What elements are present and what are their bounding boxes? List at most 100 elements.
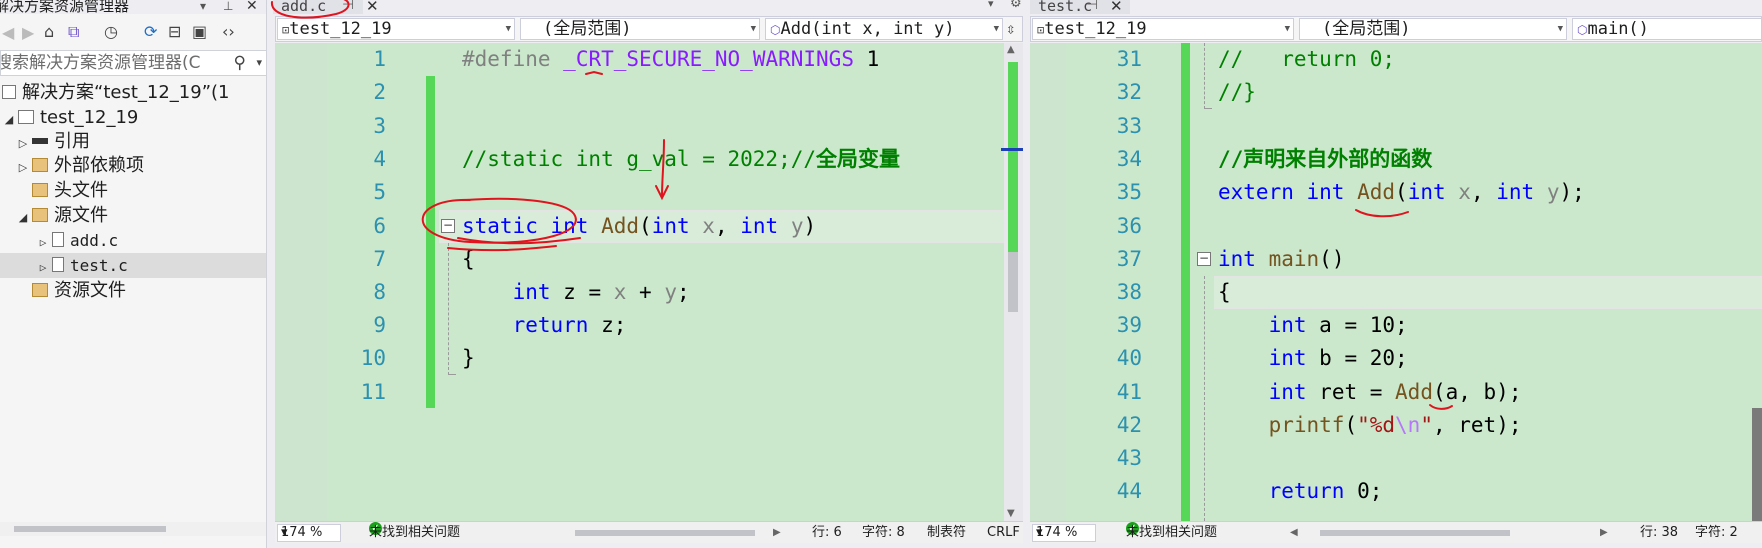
scroll-right-icon[interactable]: ▶: [1600, 522, 1608, 543]
folder-icon: [32, 158, 48, 172]
method-icon: ⬡: [770, 23, 781, 37]
refresh-icon[interactable]: ⟳: [144, 22, 157, 41]
indent-guide: [1204, 43, 1205, 109]
pin-icon[interactable]: ⊣: [342, 0, 354, 13]
panel-title-text: 解决方案资源管理器: [0, 0, 130, 15]
tree-project[interactable]: ◢ test_12_19: [0, 105, 266, 130]
pin-icon[interactable]: ⊣: [1086, 0, 1098, 13]
code-line-6: static int Add(int x, int y): [462, 214, 817, 238]
project-dropdown[interactable]: ⊡test_12_19 ▼: [277, 18, 515, 40]
tree-external-dependencies[interactable]: ▷ 外部依赖项: [0, 153, 266, 180]
switch-views-icon[interactable]: ⧉: [68, 22, 79, 42]
scrollbar-position-marker: [1001, 148, 1023, 151]
project-dropdown[interactable]: ⊡test_12_19 ▼: [1032, 18, 1294, 40]
explorer-search-input[interactable]: 搜索解决方案资源管理器(C ⚲ ▾: [0, 50, 266, 76]
pending-changes-icon[interactable]: ◷: [104, 22, 118, 41]
left-glyph-margin: [275, 43, 327, 521]
collapsed-arrow-icon[interactable]: ▷: [16, 155, 30, 180]
right-editor-status-bar: 174 % ▾ ✓ 未找到相关问题 ◀ ▶ 行: 38 字符: 2: [1030, 521, 1762, 543]
member-dropdown[interactable]: ⬡main(): [1572, 18, 1761, 40]
line-number: 11: [360, 380, 386, 404]
collapse-all-icon[interactable]: ⊟: [168, 22, 181, 41]
chevron-down-icon: ▼: [505, 24, 511, 34]
line-number: 32: [1116, 80, 1142, 104]
chevron-down-icon[interactable]: ▾: [200, 0, 206, 12]
scroll-left-icon[interactable]: ◀: [1290, 522, 1298, 543]
current-line-highlight: [1214, 276, 1762, 309]
code-line-10: }: [462, 346, 475, 370]
pin-icon[interactable]: ⊥: [223, 0, 233, 12]
scrollbar-thumb[interactable]: [14, 526, 166, 532]
member-dropdown[interactable]: ⬡Add(int x, int y) ▼: [765, 18, 1003, 40]
code-line-9: return z;: [512, 313, 627, 337]
tree-file-test-c[interactable]: ▷ test.c: [0, 253, 266, 280]
code-line-8: int z = x + y;: [512, 280, 690, 304]
line-number: 9: [373, 313, 386, 337]
tree-solution[interactable]: 解决方案“test_12_19”(1: [0, 80, 266, 105]
home-icon[interactable]: ⌂: [44, 22, 54, 41]
code-line-41: int ret = Add(a, b);: [1268, 380, 1522, 404]
tree-source-files[interactable]: ◢ 源文件: [0, 203, 266, 230]
collapse-block-icon[interactable]: −: [441, 219, 455, 233]
line-number: 34: [1116, 147, 1142, 171]
explorer-toolbar: ◀ ▶ ⌂ ⧉ ◷ ⟳ ⊟ ▣ ‹›: [0, 19, 266, 47]
left-navigation-bar: ⊡test_12_19 ▼ (全局范围) ▼ ⬡Add(int x, int y) ▼…: [275, 16, 1023, 42]
line-number: 8: [373, 280, 386, 304]
zoom-dropdown[interactable]: 174 % ▾: [1032, 524, 1096, 542]
zoom-dropdown[interactable]: 174 % ▾: [277, 524, 341, 542]
scope-dropdown[interactable]: (全局范围) ▼: [1299, 18, 1567, 40]
right-navigation-bar: ⊡test_12_19 ▼ (全局范围) ▼ ⬡main(): [1030, 16, 1762, 42]
collapsed-arrow-icon[interactable]: ▷: [36, 255, 50, 280]
line-number: 35: [1116, 180, 1142, 204]
code-line-42: printf("%d\n", ret);: [1268, 413, 1522, 437]
column-indicator: 字符: 8: [862, 525, 905, 540]
collapse-block-icon[interactable]: −: [1197, 252, 1211, 266]
gear-icon[interactable]: ⚙: [1010, 0, 1022, 11]
chevron-down-icon[interactable]: ▾: [256, 51, 262, 75]
code-line-35: extern int Add(int x, int y);: [1218, 180, 1585, 204]
line-number: 6: [373, 214, 386, 238]
scope-dropdown[interactable]: (全局范围) ▼: [520, 18, 760, 40]
indent-mode[interactable]: 制表符: [927, 522, 966, 543]
tree-references[interactable]: ▷ 引用: [0, 129, 266, 154]
tree-resource-files[interactable]: 资源文件: [0, 278, 266, 303]
close-tab-icon[interactable]: ✕: [366, 0, 379, 15]
line-indicator: 行: 6: [812, 525, 842, 540]
right-scrollbar-thumb[interactable]: [1752, 408, 1762, 521]
scroll-down-icon[interactable]: ▼: [1007, 508, 1015, 519]
line-number: 31: [1116, 47, 1142, 71]
chevron-down-icon[interactable]: ▾: [988, 0, 994, 10]
tree-header-files[interactable]: 头文件: [0, 178, 266, 203]
split-window-icon[interactable]: ⇳: [1006, 17, 1016, 41]
c-file-icon: [52, 257, 64, 272]
line-number: 2: [373, 80, 386, 104]
scroll-up-icon[interactable]: ▲: [1007, 44, 1015, 55]
search-icon[interactable]: ⚲: [234, 51, 246, 75]
forward-icon[interactable]: ▶: [22, 23, 34, 42]
change-indicator: [1181, 43, 1190, 521]
scroll-right-icon[interactable]: ▶: [773, 522, 781, 543]
code-view-icon[interactable]: ‹›: [222, 22, 235, 41]
line-number: 40: [1116, 346, 1142, 370]
close-tab-icon[interactable]: ✕: [1110, 0, 1123, 15]
line-number: 44: [1116, 479, 1142, 503]
back-icon[interactable]: ◀: [2, 23, 14, 42]
expanded-arrow-icon[interactable]: ◢: [16, 205, 30, 230]
close-icon[interactable]: ✕: [246, 0, 258, 13]
line-number: 36: [1116, 214, 1142, 238]
code-line-31: // return 0;: [1218, 47, 1396, 71]
horizontal-scrollbar-thumb[interactable]: [1320, 530, 1510, 536]
solution-explorer-title: 解决方案资源管理器 ▾ ⊥ ✕: [0, 0, 266, 15]
change-indicator: [426, 76, 435, 408]
line-ending[interactable]: CRLF: [987, 522, 1020, 543]
line-number: 38: [1116, 280, 1142, 304]
show-all-files-icon[interactable]: ▣: [192, 22, 207, 41]
horizontal-scrollbar-thumb[interactable]: [575, 530, 755, 536]
method-icon: ⬡: [1577, 23, 1588, 37]
collapsed-arrow-icon[interactable]: ▷: [36, 230, 50, 255]
column-indicator: 字符: 2: [1695, 525, 1738, 540]
tree-file-add-c[interactable]: ▷ add.c: [0, 228, 266, 255]
references-icon: [32, 138, 48, 144]
line-number: 33: [1116, 114, 1142, 138]
code-line-44: return 0;: [1268, 479, 1383, 503]
